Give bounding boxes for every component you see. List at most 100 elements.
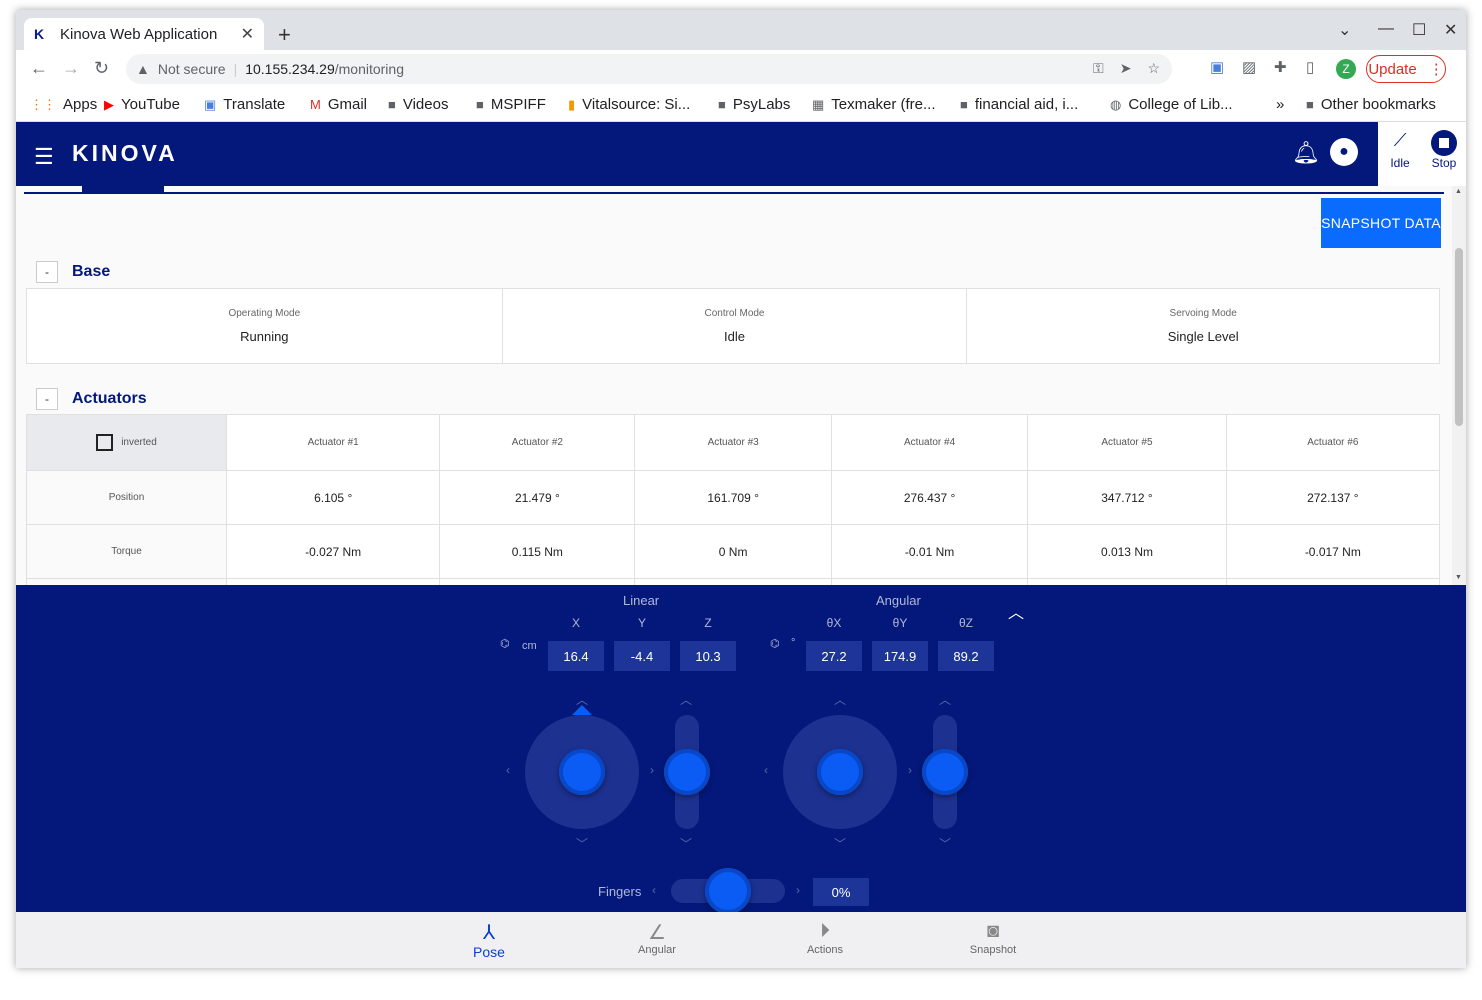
arrow-down-icon[interactable]: ﹀: [576, 835, 588, 852]
kinova-logo: KINOVA: [72, 140, 178, 166]
arrow-right-icon[interactable]: ›: [908, 763, 912, 777]
forward-icon[interactable]: →: [62, 58, 80, 79]
arrow-up-icon[interactable]: ︿: [939, 691, 951, 708]
arrow-up-icon[interactable]: ︿: [680, 691, 692, 708]
content-scrollbar[interactable]: ▲ ▼: [1452, 186, 1466, 585]
bookmark-translate[interactable]: ▣ Translate: [204, 96, 285, 113]
bookmark-mspiff[interactable]: ■ MSPIFF: [476, 96, 546, 113]
pose-icon: ⅄: [482, 922, 496, 944]
menu-icon[interactable]: ☰: [34, 144, 54, 170]
actuator-header: Actuator #2: [439, 414, 636, 471]
star-icon[interactable]: ☆: [1147, 60, 1160, 77]
warning-icon: ▲: [136, 61, 150, 77]
profile-avatar[interactable]: Z: [1336, 59, 1356, 79]
arrow-left-icon[interactable]: ‹: [652, 883, 656, 897]
reference-frame-icon[interactable]: ⌬: [500, 637, 510, 650]
snapshot-data-button[interactable]: SNAPSHOT DATA: [1321, 198, 1441, 248]
collapse-panel-icon[interactable]: ︿: [1008, 599, 1024, 623]
axis-z-label: Z: [704, 616, 712, 630]
url-path: /monitoring: [334, 61, 404, 77]
nav-pose[interactable]: ⅄ Pose: [449, 920, 529, 960]
angular-z-knob[interactable]: [922, 749, 968, 795]
angular-label: Angular: [876, 593, 921, 608]
maximize-icon[interactable]: ☐: [1412, 20, 1426, 40]
browser-tab[interactable]: K Kinova Web Application ✕: [24, 18, 264, 50]
table-row: Torque -0.027 Nm 0.115 Nm 0 Nm -0.01 Nm …: [26, 524, 1441, 579]
row-label: Position: [26, 470, 227, 525]
arrow-left-icon[interactable]: ‹: [764, 763, 768, 777]
account-icon[interactable]: ●: [1330, 138, 1358, 166]
arrow-right-icon[interactable]: ›: [796, 883, 800, 897]
angular-unit: °: [791, 637, 796, 649]
robot-state-panel: ⟋ Idle Stop: [1378, 122, 1466, 186]
bookmark-youtube[interactable]: ▶ YouTube: [104, 96, 180, 113]
puzzle-icon[interactable]: ✚: [1274, 58, 1287, 76]
arrow-down-icon[interactable]: ﹀: [939, 835, 951, 852]
extension-icon[interactable]: ▨: [1242, 58, 1256, 76]
bookmark-college[interactable]: ◍ College of Lib...: [1110, 96, 1233, 113]
notification-bell-icon[interactable]: 🔔︎: [1292, 140, 1320, 166]
servoing-mode-cell: Servoing Mode Single Level: [967, 289, 1439, 363]
inverted-checkbox[interactable]: [96, 434, 114, 451]
address-bar[interactable]: ▲ Not secure | 10.155.234.29 /monitoring…: [126, 54, 1172, 84]
nav-angular[interactable]: ∠ Angular: [617, 920, 697, 956]
sidebar-icon[interactable]: ▯: [1306, 58, 1314, 76]
new-tab-icon[interactable]: +: [278, 22, 291, 48]
linear-xy-knob[interactable]: [559, 749, 605, 795]
bookmark-label: PsyLabs: [732, 96, 791, 113]
update-button[interactable]: Update ⋮: [1366, 55, 1446, 83]
key-icon[interactable]: ⚿: [1093, 60, 1104, 77]
update-label: Update: [1368, 60, 1417, 78]
axis-theta-y-label: θY: [892, 616, 908, 630]
fingers-knob[interactable]: [705, 868, 751, 914]
send-icon[interactable]: ➤: [1120, 60, 1132, 77]
base-collapse-button[interactable]: -: [36, 261, 58, 283]
table-cell: 0.115 Nm: [439, 524, 636, 579]
close-window-icon[interactable]: ✕: [1444, 20, 1457, 40]
operating-mode-cell: Operating Mode Running: [27, 289, 503, 363]
arrow-left-icon[interactable]: ‹: [506, 763, 510, 777]
scroll-down-icon[interactable]: ▼: [1455, 574, 1462, 581]
actuators-collapse-button[interactable]: -: [36, 388, 58, 410]
reload-icon[interactable]: ↻: [94, 58, 109, 79]
angular-reference-frame-icon[interactable]: ⌬: [770, 637, 780, 650]
bookmark-vitalsource[interactable]: ▮ Vitalsource: Si...: [568, 96, 690, 113]
bookmark-gmail[interactable]: M Gmail: [310, 96, 367, 113]
translate-extension-icon[interactable]: ▣: [1210, 58, 1224, 76]
close-tab-icon[interactable]: ✕: [241, 24, 254, 44]
bookmark-texmaker[interactable]: ▦ Texmaker (fre...: [812, 96, 935, 113]
not-secure-label: Not secure: [157, 61, 226, 77]
bookmark-psylabs[interactable]: ■ PsyLabs: [718, 96, 790, 113]
back-icon[interactable]: ←: [30, 58, 48, 79]
bookmark-label: Videos: [402, 96, 449, 113]
stop-button[interactable]: Stop: [1422, 130, 1466, 170]
more-bookmarks-icon[interactable]: »: [1276, 96, 1284, 113]
bookmark-financial-aid[interactable]: ■ financial aid, i...: [960, 96, 1078, 113]
bottom-navigation: ⅄ Pose ∠ Angular ⏵ Actions ◙ Snapshot: [16, 912, 1466, 968]
chevron-down-icon[interactable]: ⌄: [1338, 20, 1351, 40]
bookmark-apps[interactable]: ⋮⋮ Apps: [30, 96, 97, 113]
bookmark-other[interactable]: ■ Other bookmarks: [1306, 96, 1436, 113]
table-cell: 0.013 Nm: [1027, 524, 1227, 579]
scroll-thumb[interactable]: [1455, 248, 1463, 426]
robot-arm-icon: ⟋: [1393, 130, 1407, 150]
inverted-checkbox-cell[interactable]: inverted: [26, 414, 227, 471]
bookmark-videos[interactable]: ■ Videos: [388, 96, 448, 113]
stop-label: Stop: [1431, 156, 1457, 170]
linear-z-knob[interactable]: [664, 749, 710, 795]
idle-button[interactable]: ⟋ Idle: [1378, 130, 1422, 170]
arrow-up-icon[interactable]: ︿: [834, 691, 846, 708]
omnibox-actions: ⚿ ➤ ☆: [1093, 60, 1160, 77]
arrow-down-icon[interactable]: ﹀: [680, 835, 692, 852]
row-label: Torque: [26, 524, 227, 579]
minimize-icon[interactable]: —: [1378, 20, 1394, 38]
arrow-right-icon[interactable]: ›: [650, 763, 654, 777]
scroll-up-icon[interactable]: ▲: [1455, 188, 1462, 195]
arrow-down-icon[interactable]: ﹀: [834, 835, 846, 852]
globe-icon: ◍: [1110, 96, 1122, 112]
control-mode-cell: Control Mode Idle: [503, 289, 968, 363]
nav-snapshot[interactable]: ◙ Snapshot: [953, 920, 1033, 956]
nav-actions[interactable]: ⏵ Actions: [785, 920, 865, 956]
angular-xy-knob[interactable]: [817, 749, 863, 795]
actuator-header: Actuator #3: [634, 414, 832, 471]
